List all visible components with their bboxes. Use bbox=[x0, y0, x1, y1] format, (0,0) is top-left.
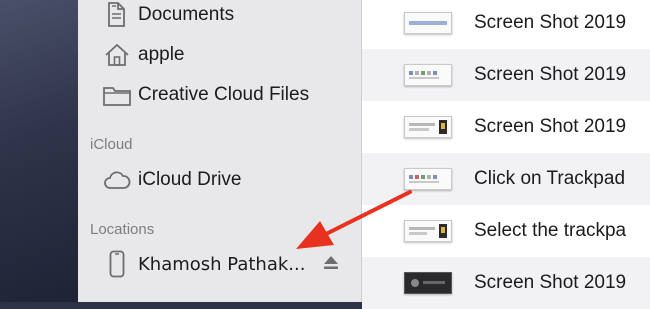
sidebar-item-creative-cloud-files[interactable]: Creative Cloud Files bbox=[78, 77, 309, 113]
file-row[interactable]: Screen Shot 2019 bbox=[362, 49, 650, 101]
file-row[interactable]: Click on Trackpad bbox=[362, 153, 650, 205]
file-thumbnail bbox=[404, 12, 452, 34]
home-icon bbox=[102, 40, 132, 70]
sidebar-item-label: Khamosh Pathak... bbox=[138, 253, 306, 275]
iphone-icon bbox=[102, 249, 132, 279]
file-name: Screen Shot 2019 bbox=[474, 116, 627, 137]
cloud-icon bbox=[102, 165, 132, 195]
file-name: Select the trackpa bbox=[474, 220, 627, 241]
section-header-icloud: iCloud bbox=[90, 136, 133, 153]
file-name: Screen Shot 2019 bbox=[474, 12, 627, 33]
finder-sidebar: Documents apple Creative Cloud Files iCl… bbox=[78, 0, 362, 302]
sidebar-item-label: Documents bbox=[138, 4, 235, 25]
file-list: Screen Shot 2019 Screen Shot 2019 Screen… bbox=[362, 0, 650, 309]
file-row[interactable]: Screen Shot 2019 bbox=[362, 0, 650, 49]
sidebar-item-label: Creative Cloud Files bbox=[138, 84, 310, 105]
section-header-locations: Locations bbox=[90, 221, 155, 238]
sidebar-item-apple[interactable]: apple bbox=[78, 37, 185, 73]
file-name: Click on Trackpad bbox=[474, 168, 626, 189]
eject-icon[interactable] bbox=[322, 254, 340, 272]
sidebar-item-documents[interactable]: Documents bbox=[78, 0, 234, 33]
file-name: Screen Shot 2019 bbox=[474, 272, 627, 293]
file-thumbnail bbox=[404, 64, 452, 86]
file-thumbnail bbox=[404, 116, 452, 138]
desktop-background bbox=[0, 0, 78, 302]
file-thumbnail bbox=[404, 168, 452, 190]
file-name: Screen Shot 2019 bbox=[474, 64, 627, 85]
sidebar-item-label: iCloud Drive bbox=[138, 169, 242, 190]
file-thumbnail bbox=[404, 220, 452, 242]
folder-icon bbox=[102, 80, 132, 110]
file-row[interactable]: Select the trackpa bbox=[362, 205, 650, 257]
sidebar-item-icloud-drive[interactable]: iCloud Drive bbox=[78, 162, 241, 198]
file-row[interactable]: Screen Shot 2019 bbox=[362, 257, 650, 309]
sidebar-item-khamosh-pathak-device[interactable]: Khamosh Pathak... bbox=[78, 246, 318, 282]
file-row[interactable]: Screen Shot 2019 bbox=[362, 101, 650, 153]
file-thumbnail bbox=[404, 272, 452, 294]
sidebar-item-label: apple bbox=[138, 44, 185, 65]
document-icon bbox=[102, 0, 132, 30]
